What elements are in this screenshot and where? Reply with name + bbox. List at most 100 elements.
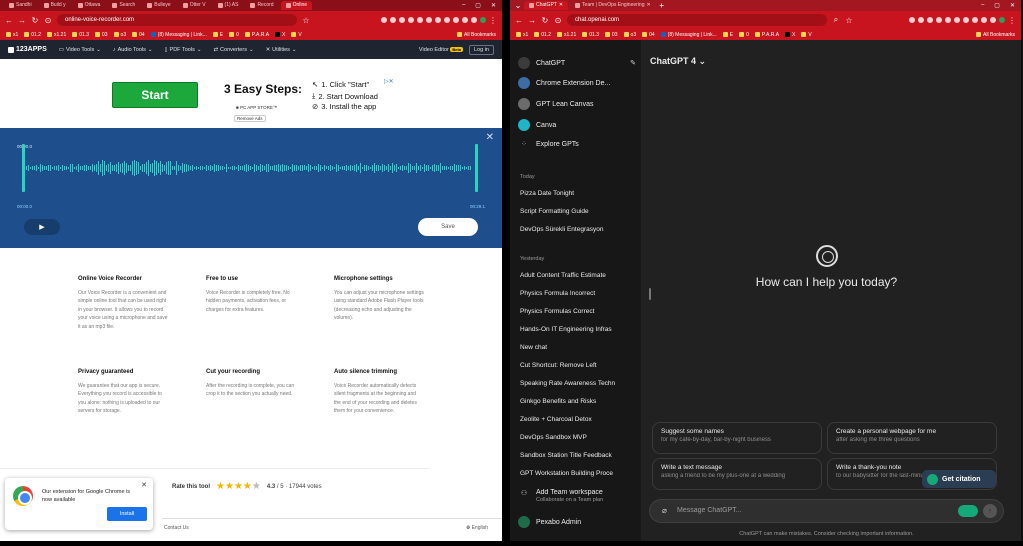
bookmark[interactable]: x1 <box>6 32 18 38</box>
chat-history-item[interactable]: DevOps Sürekli Entegrasyon <box>520 226 636 233</box>
contact-link[interactable]: Contact Us <box>164 525 189 531</box>
bookmark[interactable]: X <box>275 32 285 38</box>
extension-icon[interactable] <box>390 17 396 23</box>
tab[interactable]: Otter V <box>178 1 211 10</box>
menu-audio-tools[interactable]: ♪ Audio Tools ⌄ <box>113 47 153 53</box>
bookmark[interactable]: o3 <box>623 32 636 38</box>
chat-history-item[interactable]: Sandbox Station Title Feedback <box>520 452 636 459</box>
extension-icon[interactable] <box>462 17 468 23</box>
menu-converters[interactable]: ⇄ Converters ⌄ <box>213 47 253 53</box>
tab-active[interactable]: ChatGPT ✕ <box>524 1 569 10</box>
menu-kebab-icon[interactable]: ⋮ <box>489 16 497 25</box>
chat-history-item[interactable]: Physics Formula Incorrect <box>520 290 636 297</box>
tab-close-icon[interactable]: ✕ <box>647 1 651 10</box>
extension-icon[interactable] <box>435 17 441 23</box>
extension-icon[interactable] <box>426 17 432 23</box>
star-icon[interactable]: ★ <box>252 481 261 492</box>
extension-icon[interactable] <box>936 17 942 23</box>
bookmark[interactable]: 0 <box>229 32 239 38</box>
extension-icon[interactable] <box>417 17 423 23</box>
reload-icon[interactable]: ↻ <box>31 16 39 25</box>
chat-history-item[interactable]: GPT Workstation Building Proce <box>520 470 636 477</box>
add-team-workspace[interactable]: ⚇ Add Team workspace Collaborate on a Team… <box>518 489 636 503</box>
bookmark[interactable]: x1 <box>516 32 528 38</box>
site-logo[interactable]: 123APPS <box>8 46 47 53</box>
bookmark[interactable]: 03 <box>604 32 618 38</box>
model-selector[interactable]: ChatGPT 4 ⌄ <box>650 56 706 67</box>
tab[interactable]: Search <box>107 1 140 10</box>
bookmark[interactable]: 01.2 <box>534 32 551 38</box>
bookmark[interactable]: E <box>722 32 733 38</box>
chat-history-item[interactable]: New chat <box>520 344 636 351</box>
chat-history-item[interactable]: Ginkgo Benefits and Risks <box>520 398 636 405</box>
back-icon[interactable]: ← <box>5 16 13 25</box>
chat-history-item[interactable]: Pizza Date Tonight <box>520 190 636 197</box>
chat-history-item[interactable]: Cut Shortcut: Remove Left <box>520 362 636 369</box>
tab-active[interactable]: Online <box>280 1 313 10</box>
star-icon[interactable]: ★ <box>234 481 243 492</box>
bookmark[interactable]: 03 <box>94 32 108 38</box>
extension-icon[interactable] <box>444 17 450 23</box>
bookmark[interactable]: 01.3 <box>72 32 89 38</box>
tab[interactable]: Build y <box>39 1 71 10</box>
extension-icon[interactable] <box>471 17 477 23</box>
message-input[interactable]: Message ChatGPT... <box>677 507 742 514</box>
get-citation-button[interactable]: Get citation <box>922 470 996 488</box>
menu-kebab-icon[interactable]: ⋮ <box>1008 16 1016 25</box>
tab[interactable]: Bulleye <box>142 1 175 10</box>
menu-video-tools[interactable]: ▭ Video Tools ⌄ <box>59 47 101 53</box>
bookmark[interactable]: 0 <box>739 32 749 38</box>
extension-icon[interactable] <box>972 17 978 23</box>
install-button[interactable]: Install <box>107 507 147 521</box>
extension-icon[interactable] <box>945 17 951 23</box>
send-icon[interactable]: ↑ <box>983 504 997 518</box>
tab[interactable]: Team | DevOps Engineering ✕ <box>570 1 656 10</box>
play-button[interactable]: ▶ <box>24 219 60 235</box>
login-button[interactable]: Log in <box>469 44 494 55</box>
bookmark[interactable]: P.A.R.A <box>754 32 779 38</box>
waveform[interactable] <box>22 144 478 192</box>
close-window-icon[interactable]: ✕ <box>1010 2 1015 9</box>
close-icon[interactable]: ✕ <box>141 481 147 489</box>
all-bookmarks[interactable]: All Bookmarks <box>976 32 1015 38</box>
chat-history-item[interactable]: Speaking Rate Awareness Techn <box>520 380 636 387</box>
extension-icon[interactable] <box>981 17 987 23</box>
message-composer[interactable]: ⌀ Message ChatGPT... ↑ <box>649 499 1004 523</box>
paperclip-icon[interactable]: ⌀ <box>662 506 667 515</box>
forward-icon[interactable]: → <box>18 16 26 25</box>
sidebar-item-chatgpt[interactable]: ChatGPT ✎ <box>518 57 636 69</box>
video-editor-link[interactable]: Video Editor Beta <box>419 46 463 53</box>
tab-close-icon[interactable]: ✕ <box>559 1 563 10</box>
remove-ads-button[interactable]: Remove Ads <box>234 115 266 122</box>
extension-icon[interactable] <box>399 17 405 23</box>
tab[interactable]: Record <box>245 1 278 10</box>
tab-search-icon[interactable]: ⌄ <box>514 1 522 10</box>
bookmark[interactable]: V <box>801 32 812 38</box>
chat-history-item[interactable]: Adult Content Traffic Estimate <box>520 272 636 279</box>
sidebar-item-gpt[interactable]: GPT Lean Canvas <box>518 98 636 110</box>
site-info-icon[interactable]: ⊙ <box>554 16 562 25</box>
profile-icon[interactable] <box>480 17 486 23</box>
all-bookmarks[interactable]: All Bookmarks <box>457 32 496 38</box>
reload-icon[interactable]: ↻ <box>541 16 549 25</box>
extension-icon[interactable] <box>381 17 387 23</box>
ad-start-button[interactable]: Start <box>112 82 198 108</box>
bookmark[interactable]: (8) Messaging | Link... <box>660 32 717 38</box>
sidebar-item-gpt[interactable]: Canva <box>518 119 636 131</box>
suggestion-card[interactable]: Create a personal webpage for me after as… <box>827 422 997 454</box>
close-icon[interactable]: ✕ <box>486 132 494 143</box>
new-tab-icon[interactable]: + <box>658 1 666 10</box>
trim-end-handle[interactable] <box>475 144 478 192</box>
tab[interactable]: Sandhi <box>4 1 37 10</box>
bookmark[interactable]: 04 <box>132 32 145 38</box>
bookmark[interactable]: E <box>212 32 223 38</box>
bookmark-star-icon[interactable]: ☆ <box>302 16 310 25</box>
trim-start-handle[interactable] <box>22 144 25 192</box>
chat-history-item[interactable]: Physics Formulas Correct <box>520 308 636 315</box>
chat-history-item[interactable]: DevOps Sandbox MVP <box>520 434 636 441</box>
bookmark[interactable]: x1.21 <box>557 32 576 38</box>
close-window-icon[interactable]: ✕ <box>491 2 496 9</box>
user-profile[interactable]: Pexabo Admin <box>518 516 636 528</box>
menu-pdf-tools[interactable]: ▯ PDF Tools ⌄ <box>165 47 202 53</box>
extension-icon[interactable] <box>909 17 915 23</box>
